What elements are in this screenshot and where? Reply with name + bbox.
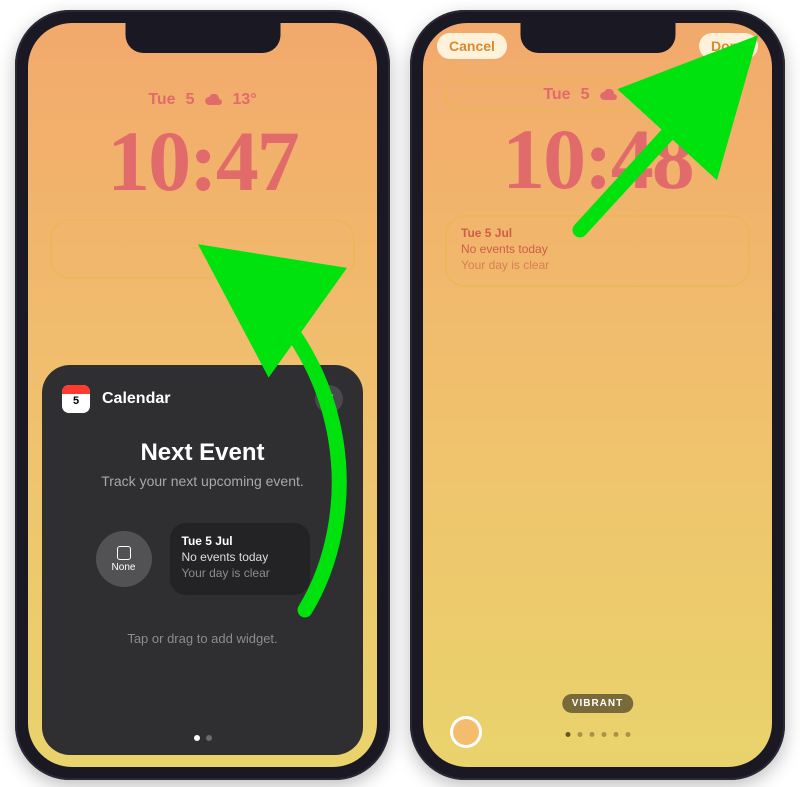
- cancel-button[interactable]: Cancel: [437, 33, 507, 59]
- close-button[interactable]: ✕: [315, 385, 343, 413]
- widget-slot-populated[interactable]: Tue 5 Jul No events today Your day is cl…: [445, 215, 750, 287]
- phone-left: Tue 5 13° 10:47 ＋ 5 Calendar: [15, 10, 390, 780]
- date-temp: 13°: [232, 91, 256, 109]
- clock-time[interactable]: 10:47: [28, 111, 377, 211]
- dot: [589, 732, 594, 737]
- dot: [625, 732, 630, 737]
- widget-choice-none[interactable]: None: [96, 531, 152, 587]
- date-num: 5: [186, 91, 195, 109]
- color-swatch-button[interactable]: [453, 719, 479, 745]
- dot: [565, 732, 570, 737]
- sheet-header: 5 Calendar ✕: [62, 385, 343, 413]
- widget-line1: Tue 5 Jul: [461, 225, 549, 241]
- sheet-app-name: Calendar: [102, 390, 170, 408]
- date-temp: 13°: [627, 86, 651, 104]
- widget-type-title: Next Event: [62, 439, 343, 467]
- close-icon: ✕: [323, 390, 336, 408]
- date-day: Tue: [543, 86, 570, 104]
- dot: [613, 732, 618, 737]
- date-weather-row[interactable]: Tue 5 13°: [28, 91, 377, 109]
- preview-line1: Tue 5 Jul: [182, 533, 298, 549]
- date-day: Tue: [148, 91, 175, 109]
- none-icon: [117, 546, 131, 560]
- date-weather-row[interactable]: Tue 5 13°: [423, 86, 772, 104]
- lockscreen-editor: Tue 5 13° 10:47 ＋ 5 Calendar: [28, 23, 377, 767]
- none-label: None: [112, 562, 136, 573]
- widget-picker-sheet: 5 Calendar ✕ Next Event Track your next …: [42, 365, 363, 755]
- cloud-icon: [599, 89, 617, 101]
- widget-choices-row: None Tue 5 Jul No events today Your day …: [62, 523, 343, 595]
- sheet-page-dots[interactable]: [42, 735, 363, 741]
- preview-line2: No events today: [182, 549, 298, 565]
- dot: [194, 735, 200, 741]
- dot: [206, 735, 212, 741]
- dot: [577, 732, 582, 737]
- plus-icon: ＋: [189, 236, 215, 262]
- date-num: 5: [581, 86, 590, 104]
- device-notch: [520, 23, 675, 53]
- phone-right: Cancel Done Tue 5 13° 10:48 Tue 5 Jul No…: [410, 10, 785, 780]
- dot: [601, 732, 606, 737]
- clock-time[interactable]: 10:48: [423, 109, 772, 209]
- widget-line2: No events today: [461, 241, 549, 257]
- widget-slot-empty[interactable]: ＋: [50, 219, 355, 279]
- cloud-icon: [204, 94, 222, 106]
- done-button[interactable]: Done: [699, 33, 758, 59]
- widget-line3: Your day is clear: [461, 257, 549, 273]
- preview-line3: Your day is clear: [182, 565, 298, 581]
- device-notch: [125, 23, 280, 53]
- sheet-hint: Tap or drag to add widget.: [62, 631, 343, 646]
- widget-type-subtitle: Track your next upcoming event.: [62, 473, 343, 489]
- style-mode-label: VIBRANT: [562, 694, 633, 713]
- lockscreen-editor: Cancel Done Tue 5 13° 10:48 Tue 5 Jul No…: [423, 23, 772, 767]
- widget-choice-next-event[interactable]: Tue 5 Jul No events today Your day is cl…: [170, 523, 310, 595]
- calendar-app-icon: 5: [62, 385, 90, 413]
- style-page-dots[interactable]: [565, 732, 630, 737]
